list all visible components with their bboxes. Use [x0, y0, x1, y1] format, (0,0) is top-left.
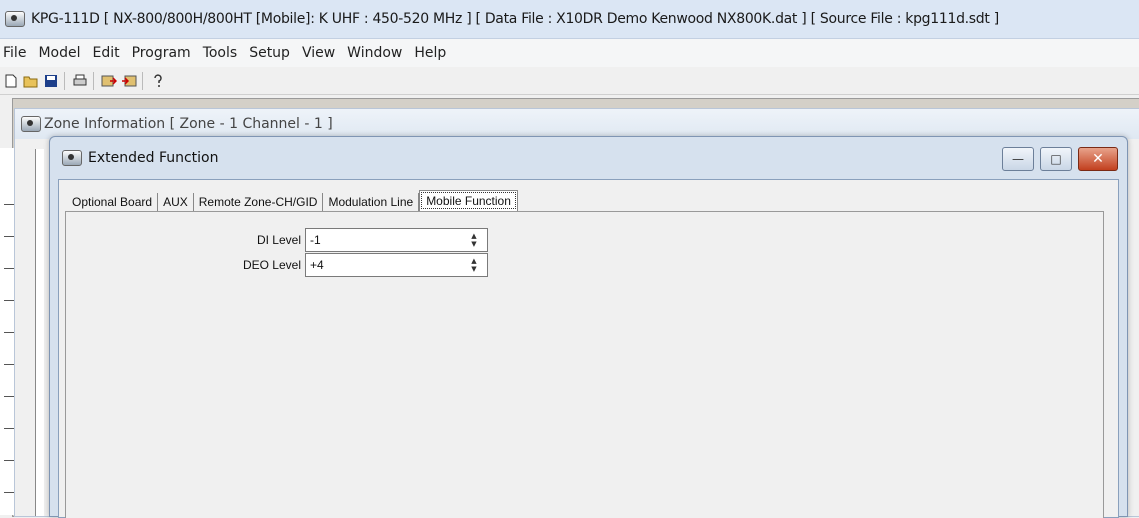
- tab-mobile-function[interactable]: Mobile Function: [419, 190, 518, 211]
- window-icon: [21, 116, 41, 132]
- grid-line: [4, 428, 14, 429]
- menu-file[interactable]: File: [0, 45, 32, 61]
- menu-help[interactable]: Help: [408, 45, 452, 61]
- app-title: KPG-111D [ NX-800/800H/800HT [Mobile]: K…: [31, 11, 999, 27]
- di-level-row: DI Level -1 ▲ ▼: [66, 228, 488, 252]
- menu-model[interactable]: Model: [32, 45, 86, 61]
- extended-function-title-bar[interactable]: Extended Function: [50, 137, 1127, 179]
- menu-window[interactable]: Window: [341, 45, 408, 61]
- menu-edit[interactable]: Edit: [86, 45, 125, 61]
- menu-program[interactable]: Program: [126, 45, 197, 61]
- zone-information-title-bar[interactable]: Zone Information [ Zone - 1 Channel - 1 …: [15, 109, 1139, 139]
- mobile-function-panel: DI Level -1 ▲ ▼ DEO Level +4 ▲ ▼: [65, 211, 1104, 518]
- deo-level-spinner[interactable]: +4 ▲ ▼: [305, 253, 488, 277]
- menu-setup[interactable]: Setup: [243, 45, 296, 61]
- grid-line: [4, 236, 14, 237]
- zone-grid-edge: [35, 149, 44, 516]
- grid-line: [4, 300, 14, 301]
- open-folder-icon[interactable]: [22, 72, 40, 90]
- di-level-value[interactable]: -1: [306, 233, 467, 247]
- help-icon[interactable]: [149, 72, 167, 90]
- grid-line: [4, 204, 14, 205]
- grid-line: [4, 396, 14, 397]
- extended-function-title: Extended Function: [88, 150, 219, 166]
- deo-level-value[interactable]: +4: [306, 258, 467, 272]
- print-icon[interactable]: [71, 72, 89, 90]
- window-controls: — □ ✕: [996, 147, 1118, 171]
- tab-modulation-line[interactable]: Modulation Line: [323, 193, 420, 211]
- close-button[interactable]: ✕: [1078, 147, 1118, 171]
- di-level-spinner[interactable]: -1 ▲ ▼: [305, 228, 488, 252]
- toolbar-separator: [93, 72, 94, 90]
- deo-level-row: DEO Level +4 ▲ ▼: [66, 253, 488, 277]
- grid-line: [4, 268, 14, 269]
- grid-line: [4, 492, 14, 493]
- read-radio-icon[interactable]: [100, 72, 118, 90]
- app-icon: [5, 11, 25, 27]
- new-file-icon[interactable]: [2, 72, 20, 90]
- extended-function-window[interactable]: Extended Function — □ ✕ Optional Board A…: [49, 136, 1128, 518]
- window-icon: [62, 150, 82, 166]
- app-title-bar: KPG-111D [ NX-800/800H/800HT [Mobile]: K…: [0, 0, 1139, 39]
- di-level-label: DI Level: [256, 233, 301, 247]
- grid-line: [4, 460, 14, 461]
- menu-bar: File Model Edit Program Tools Setup View…: [0, 39, 1139, 67]
- minimize-button[interactable]: —: [1002, 147, 1034, 171]
- toolbar: [0, 68, 1139, 95]
- tab-optional-board[interactable]: Optional Board: [67, 193, 159, 211]
- deo-level-label: DEO Level: [242, 258, 301, 272]
- extended-function-body: Optional Board AUX Remote Zone-CH/GID Mo…: [58, 179, 1119, 518]
- write-radio-icon[interactable]: [120, 72, 138, 90]
- grid-line: [4, 364, 14, 365]
- spin-arrows-icon[interactable]: ▲ ▼: [467, 230, 481, 250]
- tab-aux[interactable]: AUX: [158, 193, 194, 211]
- spin-arrows-icon[interactable]: ▲ ▼: [467, 255, 481, 275]
- tab-strip: Optional Board AUX Remote Zone-CH/GID Mo…: [67, 190, 518, 211]
- grid-line: [4, 332, 14, 333]
- zone-information-title: Zone Information [ Zone - 1 Channel - 1 …: [44, 116, 333, 132]
- save-icon[interactable]: [42, 72, 60, 90]
- toolbar-separator: [64, 72, 65, 90]
- background-grid-edge: [0, 148, 14, 515]
- menu-tools[interactable]: Tools: [197, 45, 244, 61]
- toolbar-separator: [142, 72, 143, 90]
- menu-view[interactable]: View: [296, 45, 341, 61]
- maximize-button[interactable]: □: [1040, 147, 1072, 171]
- tab-remote-zone-ch-gid[interactable]: Remote Zone-CH/GID: [194, 193, 324, 211]
